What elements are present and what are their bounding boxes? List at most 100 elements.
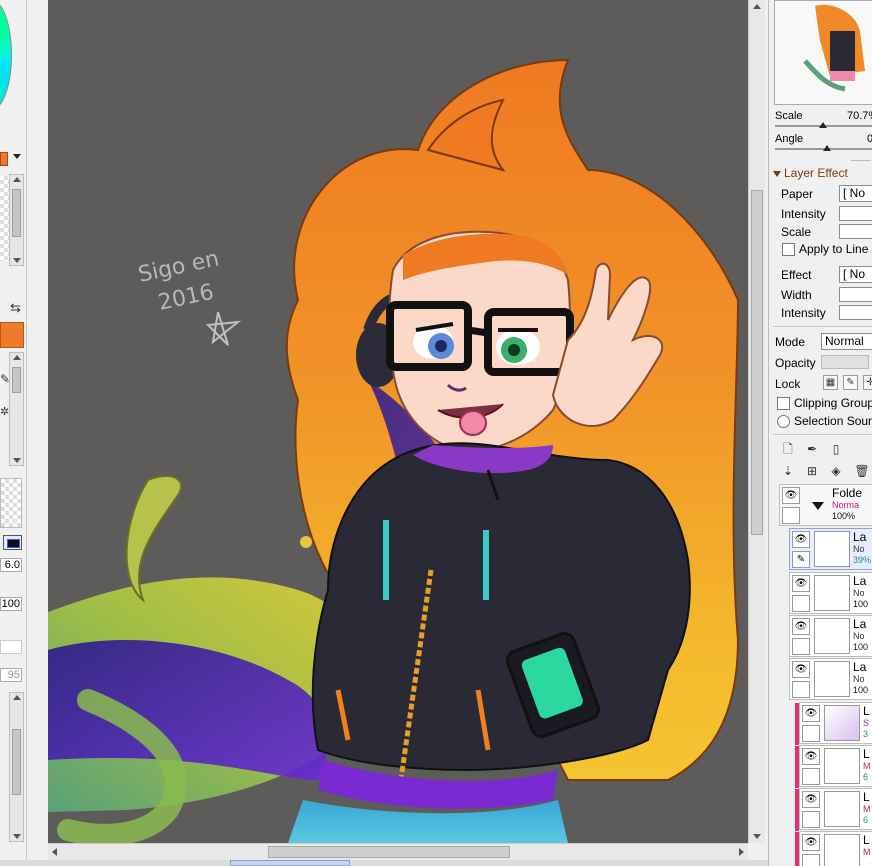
layer-extra-toggle[interactable] bbox=[802, 768, 820, 785]
eye-icon[interactable]: 👁 bbox=[802, 748, 820, 765]
clear-layer-icon[interactable]: ◈ bbox=[827, 462, 845, 480]
clipping-marker bbox=[795, 746, 799, 788]
lock-paint-icon[interactable]: ✎ bbox=[843, 375, 858, 390]
scrollbar-thumb[interactable] bbox=[12, 189, 21, 237]
color-slider-scrollbar[interactable] bbox=[9, 174, 24, 266]
layer-effect-title: Layer Effect bbox=[784, 166, 848, 180]
eye-icon[interactable]: 👁 bbox=[802, 791, 820, 808]
eye-icon[interactable]: 👁 bbox=[792, 661, 810, 678]
layer-extra-toggle[interactable] bbox=[792, 638, 810, 655]
foreground-color-swatch[interactable] bbox=[0, 322, 24, 348]
paper-scale-slider[interactable] bbox=[839, 224, 872, 239]
swap-colors-icon[interactable]: ⇆ bbox=[10, 300, 21, 316]
color-history-swatch[interactable] bbox=[0, 152, 8, 166]
layer-extra-toggle[interactable] bbox=[802, 811, 820, 828]
eye-icon[interactable]: 👁 bbox=[782, 487, 800, 504]
apply-to-line-checkbox[interactable] bbox=[782, 243, 795, 256]
brush-settings-scrollbar[interactable] bbox=[9, 692, 24, 842]
layer-row-folder[interactable]: 👁 Folde Norma 100% bbox=[779, 484, 872, 526]
lock-move-icon[interactable]: ✛ bbox=[863, 375, 872, 390]
layer-row[interactable]: 👁 ✎ La No 39% bbox=[789, 528, 872, 570]
layer-extra-toggle[interactable] bbox=[792, 595, 810, 612]
arrow-right-icon[interactable] bbox=[739, 848, 744, 856]
chevron-down-icon[interactable] bbox=[13, 154, 21, 159]
arrow-down-icon[interactable] bbox=[13, 258, 21, 263]
arrow-down-icon[interactable] bbox=[753, 834, 761, 839]
arrow-down-icon[interactable] bbox=[13, 458, 21, 463]
brush-param-input[interactable] bbox=[0, 640, 22, 654]
layer-row[interactable]: 👁 L S 3 bbox=[795, 702, 872, 745]
merge-down-icon[interactable]: ⊞ bbox=[803, 462, 821, 480]
brush-texture-toggle[interactable] bbox=[3, 535, 22, 550]
new-linework-layer-icon[interactable]: ✒ bbox=[803, 440, 821, 458]
artwork-illustration: Sigo en 2016 bbox=[48, 58, 740, 843]
arrow-up-icon[interactable] bbox=[13, 355, 21, 360]
eye-icon[interactable]: 👁 bbox=[802, 705, 820, 722]
lock-transparency-icon[interactable]: ▦ bbox=[823, 375, 838, 390]
panel-grip[interactable] bbox=[851, 160, 871, 161]
tool-list-scrollbar[interactable] bbox=[9, 352, 24, 466]
brush-icon[interactable]: ✎ bbox=[0, 372, 10, 386]
layer-extra-toggle[interactable] bbox=[792, 681, 810, 698]
scrollbar-thumb[interactable] bbox=[12, 367, 21, 393]
arrow-up-icon[interactable] bbox=[753, 4, 761, 9]
paper-intensity-slider[interactable] bbox=[839, 206, 872, 221]
new-layer-icon[interactable]: 🗋 bbox=[779, 440, 797, 458]
layer-mode: No bbox=[853, 544, 865, 554]
signature-star bbox=[205, 311, 242, 346]
transfer-down-icon[interactable]: ⇣ bbox=[779, 462, 797, 480]
selection-source-radio[interactable] bbox=[777, 415, 790, 428]
trash-icon[interactable]: 🗑 bbox=[853, 462, 871, 480]
pen-icon[interactable]: ✎ bbox=[792, 551, 810, 568]
paper-select[interactable]: [ No bbox=[839, 185, 872, 202]
blur-tool-icon[interactable]: ✲ bbox=[0, 405, 9, 418]
scrollbar-thumb[interactable] bbox=[268, 846, 510, 858]
layer-extra-toggle[interactable] bbox=[782, 507, 800, 524]
arrow-up-icon[interactable] bbox=[13, 177, 21, 182]
canvas-horizontal-scrollbar[interactable] bbox=[48, 843, 748, 860]
scale-slider-handle[interactable] bbox=[819, 122, 827, 128]
arrow-up-icon[interactable] bbox=[13, 695, 21, 700]
layer-thumbnail bbox=[814, 618, 850, 654]
clipping-group-checkbox[interactable] bbox=[777, 397, 790, 410]
layer-row[interactable]: 👁 L M bbox=[795, 831, 872, 866]
layer-row[interactable]: 👁 La No 100 bbox=[789, 658, 872, 700]
effect-width-slider[interactable] bbox=[839, 287, 872, 302]
eye-icon[interactable]: 👁 bbox=[802, 834, 820, 851]
effect-intensity-label: Intensity bbox=[781, 306, 826, 320]
drawing-canvas[interactable]: Sigo en 2016 bbox=[48, 0, 748, 843]
brush-blending-input[interactable]: 95 bbox=[0, 668, 22, 682]
effect-width-label: Width bbox=[781, 288, 812, 302]
arrow-left-icon[interactable] bbox=[52, 848, 57, 856]
eye-icon[interactable]: 👁 bbox=[792, 531, 810, 548]
brush-density-input[interactable]: 100 bbox=[0, 597, 22, 611]
angle-slider-handle[interactable] bbox=[823, 145, 831, 151]
brush-size-input[interactable]: 6.0 bbox=[0, 558, 22, 572]
canvas-vertical-scrollbar[interactable] bbox=[748, 0, 765, 843]
layer-extra-toggle[interactable] bbox=[802, 725, 820, 742]
layer-extra-toggle[interactable] bbox=[802, 854, 820, 866]
eye-icon[interactable]: 👁 bbox=[792, 575, 810, 592]
scrollbar-thumb[interactable] bbox=[751, 190, 763, 535]
effect-label: Effect bbox=[781, 268, 812, 282]
document-tab[interactable] bbox=[230, 860, 350, 866]
layer-row[interactable]: 👁 La No 100 bbox=[789, 615, 872, 657]
effect-intensity-slider[interactable] bbox=[839, 305, 872, 320]
new-folder-icon[interactable]: ▯ bbox=[827, 440, 845, 458]
color-palette-strip[interactable] bbox=[0, 176, 9, 261]
color-wheel[interactable] bbox=[0, 0, 12, 110]
navigator-preview[interactable] bbox=[774, 0, 872, 105]
effect-select[interactable]: [ No bbox=[839, 266, 872, 283]
blend-mode-select[interactable]: Normal bbox=[821, 333, 872, 350]
left-tool-panel: ⇆ ✎ ✲ 6.0 100 95 bbox=[0, 0, 27, 866]
opacity-slider[interactable] bbox=[821, 355, 869, 369]
scrollbar-thumb[interactable] bbox=[12, 729, 21, 795]
folder-expand-icon[interactable] bbox=[812, 502, 824, 510]
arrow-down-icon[interactable] bbox=[13, 834, 21, 839]
layer-row[interactable]: 👁 La No 100 bbox=[789, 572, 872, 614]
layer-effect-header[interactable]: Layer Effect bbox=[773, 166, 848, 180]
layer-row[interactable]: 👁 L M 6 bbox=[795, 788, 872, 831]
layer-row[interactable]: 👁 L M 6 bbox=[795, 745, 872, 788]
eye-icon[interactable]: 👁 bbox=[792, 618, 810, 635]
layer-mode: No bbox=[853, 588, 865, 598]
